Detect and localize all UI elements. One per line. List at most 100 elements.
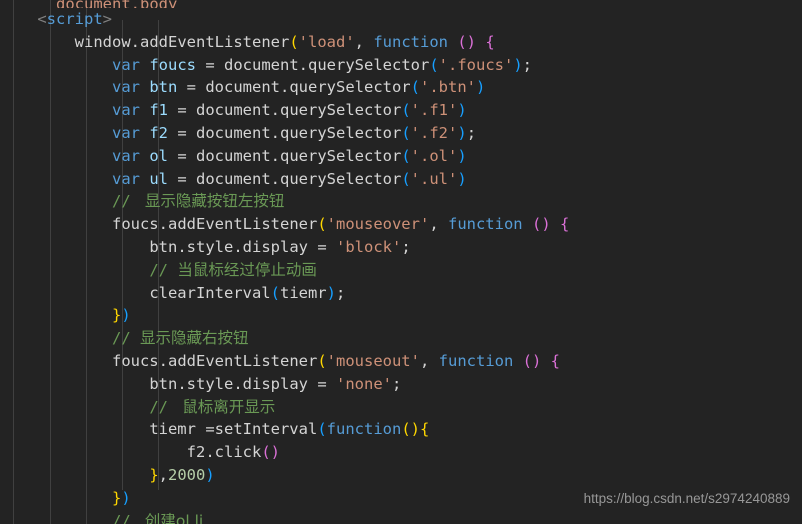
token-plain: click: [214, 443, 262, 462]
code-line[interactable]: // 鼠标离开显示: [0, 396, 802, 419]
token-b1: (): [401, 420, 420, 439]
code-line[interactable]: clearInterval(tiemr);: [0, 282, 802, 305]
token-punct: <: [37, 10, 47, 28]
code-line[interactable]: foucs.addEventListener('mouseout', funct…: [0, 350, 802, 373]
token-plain: =: [308, 237, 336, 256]
code-line[interactable]: <script>: [0, 8, 802, 31]
token-var: btn: [149, 78, 178, 97]
code-line[interactable]: // 显示隐藏按钮左按钮: [0, 190, 802, 213]
token-b3: (: [410, 78, 420, 97]
token-plain: =: [195, 420, 215, 439]
token-plain: document: [224, 55, 299, 74]
token-b2: {: [560, 215, 570, 234]
token-plain: .: [270, 169, 280, 188]
token-plain: btn: [149, 237, 178, 256]
token-plain: ,: [419, 351, 439, 370]
token-plain: =: [168, 101, 196, 120]
code-editor-viewport[interactable]: document.body <script> window.addEventLi…: [0, 0, 802, 524]
code-line[interactable]: btn.style.display = 'block';: [0, 236, 802, 259]
code-line[interactable]: },2000): [0, 464, 802, 487]
token-string: 'block': [336, 237, 402, 256]
token-comment: 显示隐藏右按钮: [139, 329, 249, 348]
token-plain: querySelector: [280, 146, 402, 165]
token-string: 'load': [298, 32, 355, 51]
token-string: '.ol': [410, 146, 458, 165]
token-plain: tiemr: [149, 420, 196, 439]
token-comment: 鼠标离开显示: [177, 397, 276, 416]
token-b3: ): [457, 169, 467, 188]
token-plain: =: [168, 123, 196, 142]
token-plain: .: [233, 237, 243, 256]
token-plain: querySelector: [280, 101, 402, 120]
token-b1: }: [111, 488, 122, 507]
token-plain: querySelector: [280, 169, 402, 188]
code-line[interactable]: tiemr =setInterval(function(){: [0, 418, 802, 441]
token-b1: {: [419, 420, 430, 439]
code-line[interactable]: var btn = document.querySelector('.btn'): [0, 76, 802, 99]
token-plain: querySelector: [289, 78, 411, 97]
code-line[interactable]: }): [0, 304, 802, 327]
code-line[interactable]: var f2 = document.querySelector('.f2');: [0, 122, 802, 145]
code-line[interactable]: var f1 = document.querySelector('.f1'): [0, 99, 802, 122]
token-b3: (: [401, 123, 411, 142]
token-keyword: var: [111, 169, 140, 188]
token-keyword: var: [111, 101, 140, 120]
token-comment: //: [149, 397, 178, 416]
token-plain: .: [298, 55, 308, 74]
code-line[interactable]: document.body: [0, 0, 802, 8]
token-plain: .: [270, 101, 280, 120]
token-b1: }: [149, 465, 159, 484]
token-b2: {: [485, 32, 495, 51]
code-line[interactable]: var ol = document.querySelector('.ol'): [0, 145, 802, 168]
token-b1: (: [317, 351, 327, 370]
code-line[interactable]: f2.click(): [0, 441, 802, 464]
token-keyword: var: [111, 55, 140, 74]
token-comment: 当鼠标经过停止动画: [177, 260, 317, 279]
token-b1: }: [111, 306, 122, 325]
code-line[interactable]: var foucs = document.querySelector('.fou…: [0, 54, 802, 77]
token-plain: document: [196, 101, 271, 120]
code-line[interactable]: var ul = document.querySelector('.ul'): [0, 168, 802, 191]
token-plain: .: [158, 351, 168, 370]
token-keyword: var: [111, 78, 140, 97]
code-line[interactable]: // 创建ol li: [0, 510, 802, 524]
code-line[interactable]: // 当鼠标经过停止动画: [0, 259, 802, 282]
token-comment: //: [111, 511, 140, 524]
code-line[interactable]: window.addEventListener('load', function…: [0, 31, 802, 54]
token-comment: //: [111, 329, 140, 348]
token-plain: ,: [429, 215, 448, 234]
token-plain: clearInterval: [149, 283, 271, 302]
code-content[interactable]: document.body <script> window.addEventLi…: [0, 0, 802, 524]
token-b3: ): [457, 146, 467, 165]
token-plain: .: [130, 32, 140, 51]
token-plain: document: [196, 169, 271, 188]
token-b2: {: [550, 351, 561, 370]
token-b1: (: [289, 32, 299, 51]
token-plain: foucs: [111, 351, 159, 370]
token-plain: ;: [466, 123, 477, 142]
csdn-watermark: https://blog.csdn.net/s2974240889: [583, 491, 790, 506]
token-plain: =: [177, 78, 206, 97]
code-line[interactable]: foucs.addEventListener('mouseover', func…: [0, 213, 802, 236]
token-plain: querySelector: [280, 123, 402, 142]
token-keyword: function: [326, 420, 402, 439]
code-line[interactable]: // 显示隐藏右按钮: [0, 327, 802, 350]
code-line[interactable]: btn.style.display = 'none';: [0, 373, 802, 396]
token-plain: .: [270, 123, 280, 142]
